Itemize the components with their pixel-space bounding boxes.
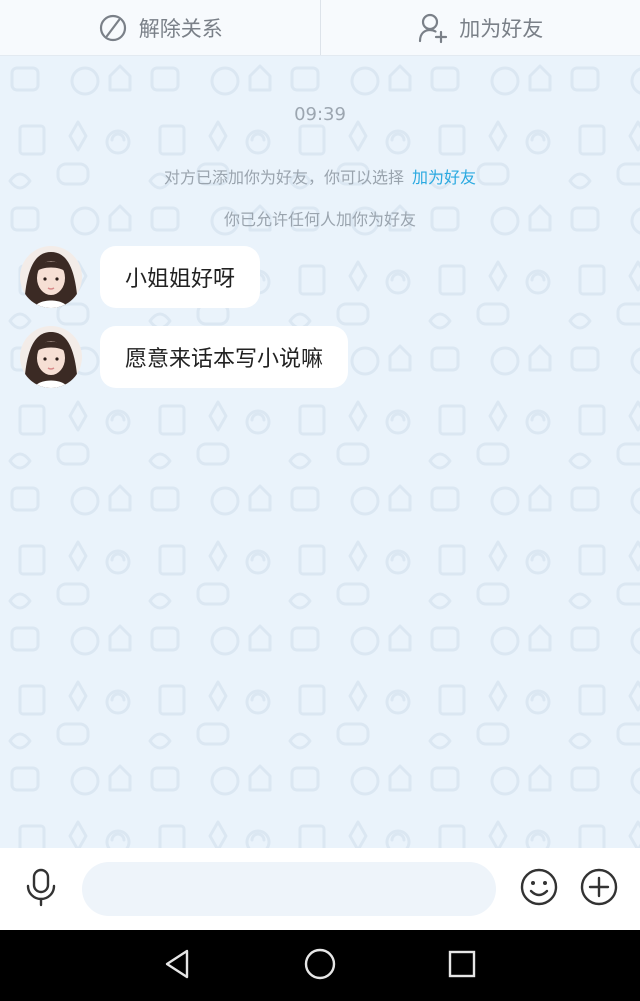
home-circle-icon: [302, 946, 338, 986]
microphone-icon: [21, 867, 61, 911]
smiley-icon: [519, 867, 559, 911]
system-message-added: 对方已添加你为好友，你可以选择 加为好友: [0, 164, 640, 188]
voice-button[interactable]: [20, 868, 62, 910]
unfriend-button[interactable]: 解除关系: [0, 0, 320, 55]
avatar[interactable]: [20, 326, 82, 388]
input-bar: [0, 848, 640, 930]
unfriend-label: 解除关系: [138, 16, 223, 41]
add-friend-link[interactable]: 加为好友: [412, 168, 476, 187]
slash-circle-icon: [97, 12, 129, 44]
top-action-bar: 解除关系 加为好友: [0, 0, 640, 56]
chat-message-area[interactable]: 09:39 对方已添加你为好友，你可以选择 加为好友 你已允许任何人加你为好友 小…: [0, 56, 640, 848]
add-friend-button[interactable]: 加为好友: [319, 0, 640, 55]
message-timestamp: 09:39: [294, 104, 346, 125]
message-input[interactable]: [82, 862, 496, 916]
nav-recent-button[interactable]: [444, 948, 480, 984]
plus-circle-icon: [579, 867, 619, 911]
system-message-added-text: 对方已添加你为好友，你可以选择: [163, 168, 404, 187]
message-bubble[interactable]: 小姐姐好呀: [100, 246, 261, 308]
chat-screen: 解除关系 加为好友 09:39 对方已添加你为好友，你可以选择 加为好友 你已允…: [0, 0, 640, 1001]
avatar[interactable]: [20, 246, 82, 308]
person-plus-icon: [417, 12, 449, 44]
add-friend-label: 加为好友: [459, 16, 544, 41]
message-row: 愿意来话本写小说嘛: [20, 326, 349, 388]
more-options-button[interactable]: [578, 868, 620, 910]
system-navigation-bar: [0, 930, 640, 1001]
message-bubble[interactable]: 愿意来话本写小说嘛: [100, 326, 349, 388]
message-row: 小姐姐好呀: [20, 246, 261, 308]
system-message-allow: 你已允许任何人加你为好友: [223, 210, 416, 229]
nav-home-button[interactable]: [302, 948, 338, 984]
nav-back-button[interactable]: [160, 948, 196, 984]
recent-square-icon: [445, 947, 479, 985]
emoji-button[interactable]: [518, 868, 560, 910]
back-triangle-icon: [161, 947, 195, 985]
